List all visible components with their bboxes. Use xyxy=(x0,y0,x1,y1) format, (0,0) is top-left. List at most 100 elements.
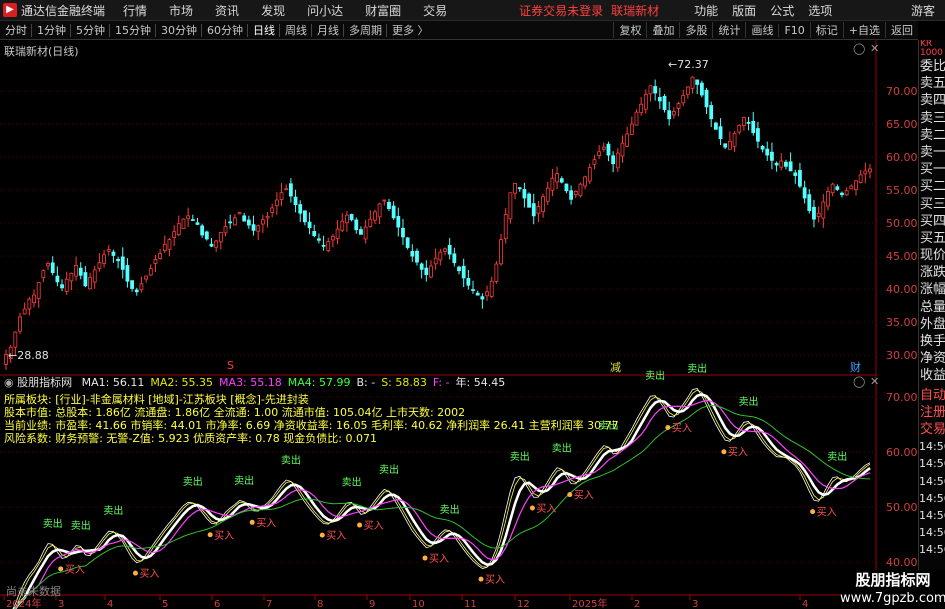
login-status[interactable]: 证券交易未登录 xyxy=(519,2,603,19)
sidebar-item-5[interactable]: 卖一 xyxy=(919,144,945,161)
overlay-button[interactable]: 叠加 xyxy=(646,22,679,38)
indicator-name[interactable]: 股朋指标网 xyxy=(17,376,72,389)
sidebar-item-2[interactable]: 卖四 xyxy=(919,92,945,109)
candle-body xyxy=(541,196,545,213)
sidebar-item-6[interactable]: 买一 xyxy=(919,161,945,178)
sidebar-time-0[interactable]: 14:56 xyxy=(919,438,945,455)
stats-button[interactable]: 统计 xyxy=(712,22,745,38)
candle-body xyxy=(513,183,517,194)
menu-options[interactable]: 选项 xyxy=(808,2,832,19)
candle-body xyxy=(83,272,88,287)
menu-news[interactable]: 资讯 xyxy=(215,2,239,19)
sidebar-time-6[interactable]: 14:56 xyxy=(919,541,945,558)
candle-body xyxy=(298,204,303,214)
sidebar-time-2[interactable]: 14:56 xyxy=(919,473,945,490)
x-tick-label: 2025年 xyxy=(572,597,607,609)
sidebar-item-3[interactable]: 卖三 xyxy=(919,110,945,127)
add-watchlist-button[interactable]: +自选 xyxy=(842,22,885,38)
period-more[interactable]: 更多 〉 xyxy=(392,22,429,38)
sidebar-item-10[interactable]: 买五 xyxy=(919,230,945,247)
sidebar-item-1[interactable]: 卖五 xyxy=(919,75,945,92)
sidebar-time-3[interactable]: 14:56 xyxy=(919,490,945,507)
sidebar-item-9[interactable]: 买四 xyxy=(919,213,945,230)
candle-body xyxy=(349,214,354,221)
period-5min[interactable]: 5分钟 xyxy=(76,22,105,38)
sidebar-item-16[interactable]: 换手 xyxy=(919,333,945,350)
multi-stock-button[interactable]: 多股 xyxy=(679,22,712,38)
sell-signal: 卖出 xyxy=(552,441,572,454)
candle-body xyxy=(573,191,578,196)
candle-body xyxy=(321,244,326,247)
event-mark-finance[interactable]: 财 xyxy=(850,359,861,375)
chart-settings-icon[interactable]: ◯ xyxy=(853,42,865,55)
candle-body xyxy=(517,187,522,190)
sidebar-item-4[interactable]: 卖二 xyxy=(919,127,945,144)
sidebar-time-4[interactable]: 14:56 xyxy=(919,507,945,524)
candle-body xyxy=(685,86,690,95)
sidebar-time-5[interactable]: 14:56 xyxy=(919,524,945,541)
candle-body xyxy=(274,199,279,207)
sidebar-trade-2[interactable]: 交易 xyxy=(919,421,945,438)
indicator-close-icon[interactable]: ✕ xyxy=(870,375,879,388)
candle-body xyxy=(751,120,756,134)
sidebar-item-17[interactable]: 净资 xyxy=(919,350,945,367)
menu-trade[interactable]: 交易 xyxy=(423,2,447,19)
sidebar-item-0[interactable]: 委比 xyxy=(919,58,945,75)
candle-body xyxy=(629,123,634,135)
menu-market[interactable]: 市场 xyxy=(169,2,193,19)
menu-hq[interactable]: 行情 xyxy=(123,2,147,19)
event-mark-reduce[interactable]: 减 xyxy=(610,359,621,375)
f10-button[interactable]: F10 xyxy=(778,23,809,37)
adjust-button[interactable]: 复权 xyxy=(613,22,646,38)
candle-body xyxy=(326,241,331,251)
candle-body xyxy=(74,264,78,277)
period-daily[interactable]: 日线 xyxy=(253,22,275,38)
draw-button[interactable]: 画线 xyxy=(745,22,778,38)
sidebar-item-13[interactable]: 涨幅 xyxy=(919,281,945,298)
buy-signal-dot xyxy=(478,576,484,582)
sidebar-item-7[interactable]: 买二 xyxy=(919,178,945,195)
guest-user[interactable]: 游客 xyxy=(911,2,935,19)
menu-formula[interactable]: 公式 xyxy=(770,2,794,19)
x-tick-label: 10 xyxy=(412,599,425,609)
sidebar-trade-1[interactable]: 注册 xyxy=(919,404,945,421)
period-60min[interactable]: 60分钟 xyxy=(207,22,243,38)
price-high-label: ←72.37 xyxy=(668,58,709,71)
buy-signal-dot xyxy=(665,425,671,431)
period-15min[interactable]: 15分钟 xyxy=(115,22,151,38)
indicator-toggle-icon[interactable]: ◉ xyxy=(4,376,17,389)
sidebar-time-1[interactable]: 14:56 xyxy=(919,455,945,472)
candle-body xyxy=(260,219,265,225)
menu-ask[interactable]: 问小达 xyxy=(307,2,343,19)
sidebar-item-8[interactable]: 买三 xyxy=(919,196,945,213)
candle-body xyxy=(718,126,723,139)
chart-close-icon[interactable]: ✕ xyxy=(870,42,879,55)
sidebar-item-12[interactable]: 涨跌 xyxy=(919,264,945,281)
event-mark-s[interactable]: S xyxy=(227,359,234,372)
buy-signal: 买入 xyxy=(536,503,556,515)
candle-body xyxy=(251,224,256,231)
sidebar-item-11[interactable]: 现价 xyxy=(919,247,945,264)
candle-body xyxy=(774,162,779,166)
menu-wealth[interactable]: 财富圈 xyxy=(365,2,401,19)
period-multi[interactable]: 多周期 xyxy=(349,22,382,38)
menu-function[interactable]: 功能 xyxy=(694,2,718,19)
candle-body xyxy=(340,220,345,231)
period-weekly[interactable]: 周线 xyxy=(285,22,307,38)
chart-area[interactable]: 卖出买入卖出卖出买入卖出买入卖出买入卖出买入卖出买入卖出买入卖出买入卖出买入卖出… xyxy=(0,40,918,609)
sidebar-trade-0[interactable]: 自动 xyxy=(919,387,945,404)
chart-collapse-icon[interactable]: ◯ xyxy=(853,375,865,388)
sidebar-item-15[interactable]: 外盘 xyxy=(919,316,945,333)
period-1min[interactable]: 1分钟 xyxy=(37,22,66,38)
period-monthly[interactable]: 月线 xyxy=(317,22,339,38)
sidebar-item-18[interactable]: 收益 xyxy=(919,367,945,384)
x-tick-label: 6 xyxy=(214,599,220,609)
mark-button[interactable]: 标记 xyxy=(809,22,843,38)
menu-layout[interactable]: 版面 xyxy=(732,2,756,19)
app-title: 通达信金融终端 xyxy=(21,3,106,18)
period-30min[interactable]: 30分钟 xyxy=(161,22,197,38)
menu-discover[interactable]: 发现 xyxy=(261,2,285,19)
sidebar-item-14[interactable]: 总量 xyxy=(919,299,945,316)
period-tick[interactable]: 分时 xyxy=(5,22,27,38)
back-button[interactable]: 返回 xyxy=(885,22,918,38)
